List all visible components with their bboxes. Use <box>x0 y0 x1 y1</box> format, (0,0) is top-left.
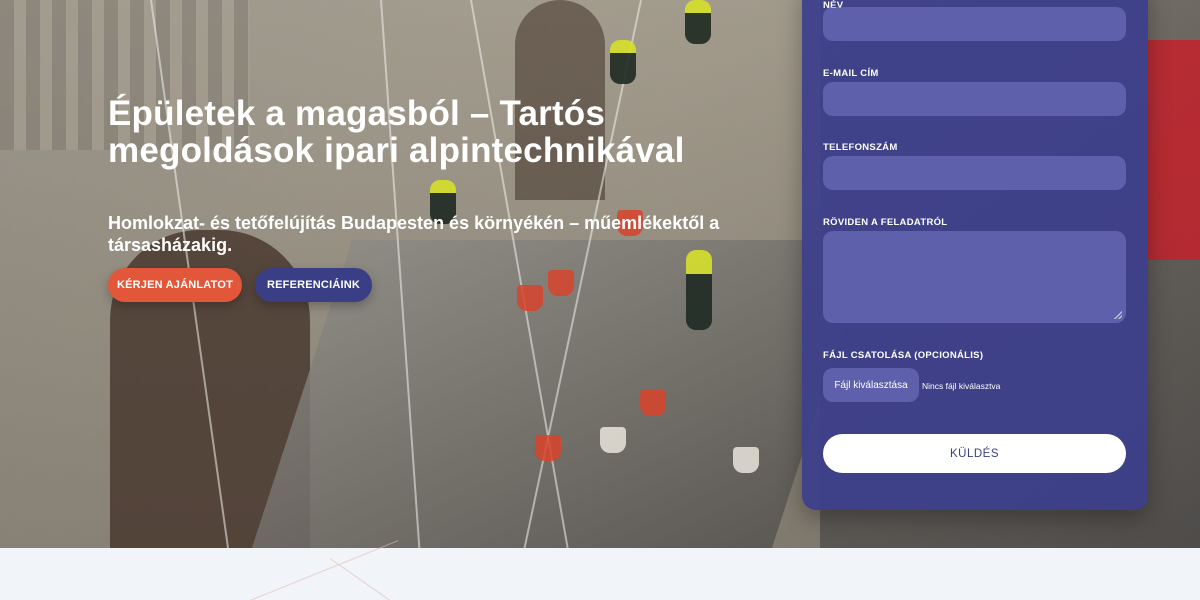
hero-background-bucket <box>517 285 543 311</box>
hero-background-climber <box>610 40 636 84</box>
resize-handle-icon[interactable] <box>1114 311 1122 319</box>
hero-background-bucket <box>535 435 561 461</box>
hero-background-bucket <box>640 390 666 416</box>
hero-text-block: Épületek a magasból – Tartós megoldások … <box>108 95 788 256</box>
hero-background-worker <box>686 250 712 330</box>
email-label: E-MAIL CÍM <box>823 68 879 79</box>
phone-input[interactable] <box>823 156 1126 190</box>
hero-background-bucket <box>600 427 626 453</box>
phone-label: TELEFONSZÁM <box>823 142 898 153</box>
request-quote-button[interactable]: KÉRJEN AJÁNLATOT <box>108 268 242 302</box>
next-section <box>0 540 1200 600</box>
hero-background-climber <box>685 0 711 44</box>
file-label: FÁJL CSATOLÁSA (OPCIONÁLIS) <box>823 350 984 361</box>
file-status: Nincs fájl kiválasztva <box>922 381 1001 391</box>
message-label: RÖVIDEN A FELADATRÓL <box>823 217 948 228</box>
hero-background-bucket <box>548 270 574 296</box>
hero-section: Épületek a magasból – Tartós megoldások … <box>0 0 1200 548</box>
references-button[interactable]: REFERENCIÁINK <box>255 268 372 302</box>
email-input[interactable] <box>823 82 1126 116</box>
hero-background-bucket <box>733 447 759 473</box>
decorative-line <box>329 558 429 600</box>
file-select-button[interactable]: Fájl kiválasztása <box>823 368 919 402</box>
hero-title: Épületek a magasból – Tartós megoldások … <box>108 94 685 170</box>
hero-subtitle: Homlokzat- és tetőfelújítás Budapesten é… <box>108 213 720 255</box>
name-input[interactable] <box>823 7 1126 41</box>
message-textarea[interactable] <box>823 231 1126 323</box>
submit-button[interactable]: KÜLDÉS <box>823 434 1126 473</box>
hero-background-banner <box>1148 40 1200 260</box>
contact-form: NÉV E-MAIL CÍM TELEFONSZÁM RÖVIDEN A FEL… <box>802 0 1148 510</box>
